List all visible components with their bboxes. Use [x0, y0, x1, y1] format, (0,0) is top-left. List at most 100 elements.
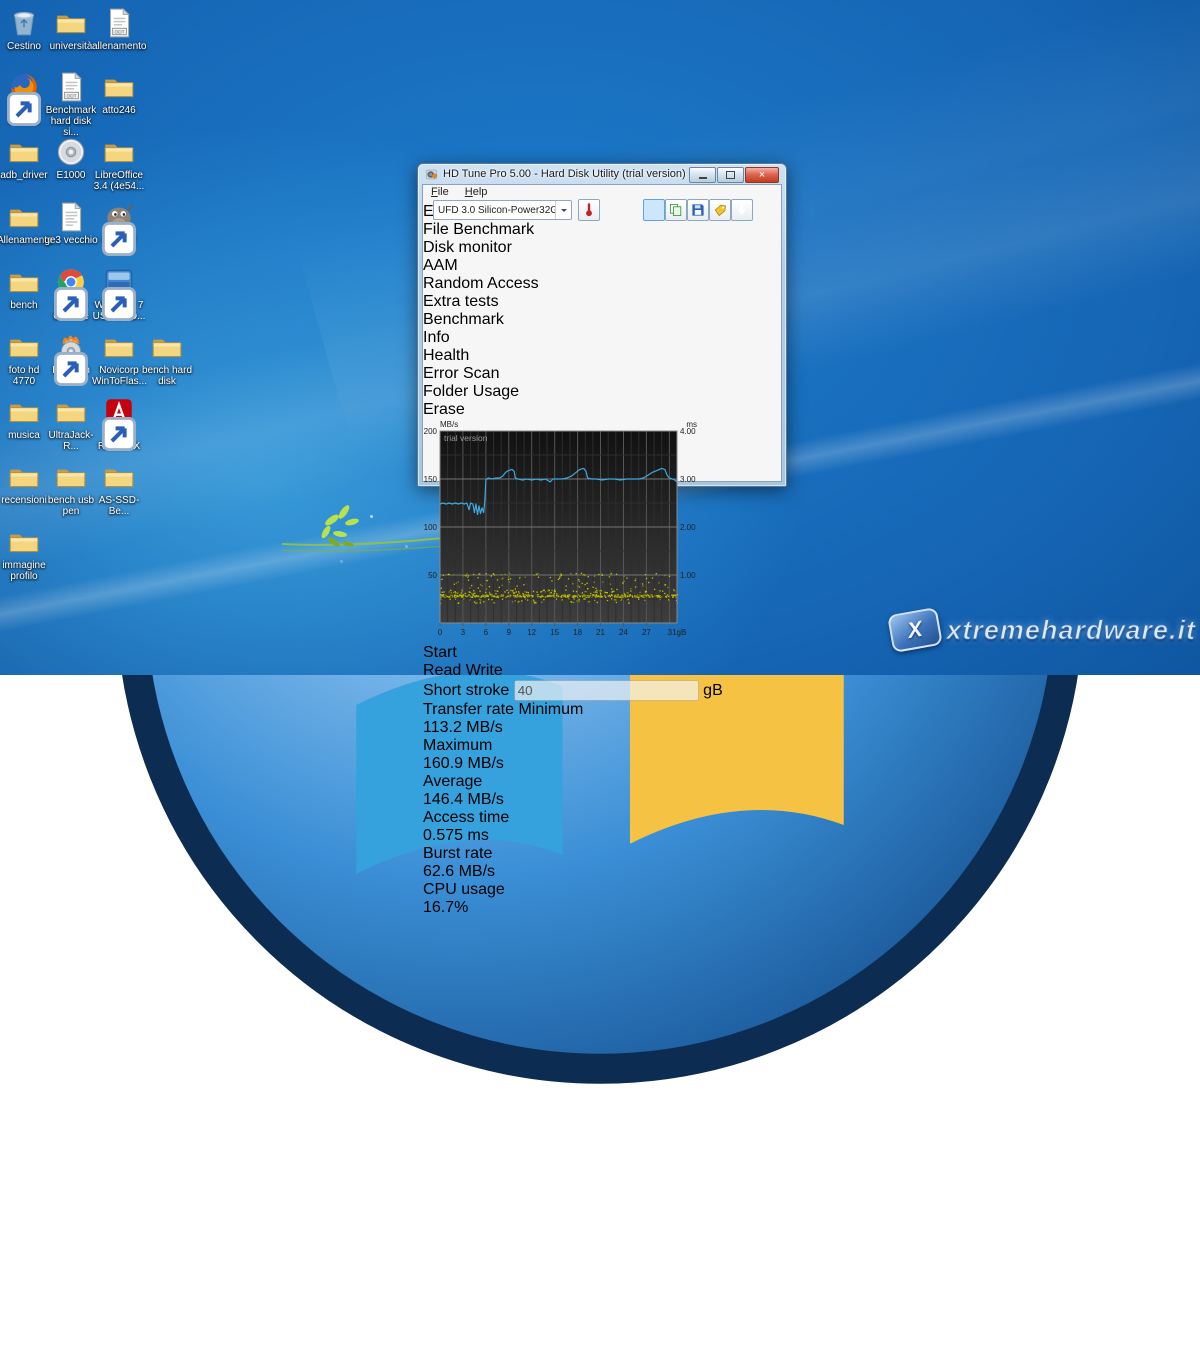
sparkle — [340, 560, 343, 563]
desktop-icon-imgburn[interactable]: ImgBurn — [44, 330, 98, 376]
desktop-icon-allenamento[interactable]: ODTallenamento — [92, 6, 146, 52]
tab-disk-monitor[interactable]: Disk monitor — [423, 239, 781, 257]
svg-text:21: 21 — [596, 628, 605, 637]
tab-aam[interactable]: AAM — [423, 257, 781, 275]
thermometer-icon — [581, 202, 597, 218]
options-button[interactable] — [709, 199, 731, 221]
desktop-icon-label: AS-SSD-Be... — [92, 495, 146, 517]
watermark: X xtremehardware.it — [890, 609, 1196, 651]
svg-text:ODT: ODT — [115, 29, 125, 35]
sparkle — [370, 515, 373, 518]
tab-label: Disk monitor — [423, 239, 512, 256]
desktop-icon-label: E1000 — [44, 170, 98, 181]
tab-label: File Benchmark — [423, 221, 534, 238]
desktop-icon-gimp-2[interactable]: GIMP 2 — [92, 200, 146, 246]
tab-label: Health — [423, 347, 469, 364]
xtremehardware-logo-icon: X — [887, 607, 943, 653]
hdtune-app-icon — [425, 168, 438, 181]
shortcut-arrow-icon — [7, 92, 19, 104]
desktop-icon-ultrajack-r[interactable]: UltraJack-R... — [44, 395, 98, 452]
drive-select-dropdown[interactable]: UFD 3.0 Silicon-Power32G (31 gB) — [433, 200, 572, 220]
folder-icon — [54, 395, 88, 429]
folder-icon — [102, 135, 136, 169]
tab-info[interactable]: Info — [423, 329, 781, 347]
menu-file[interactable]: File — [423, 185, 457, 201]
maximum-label: Maximum — [423, 737, 492, 754]
benchmark-chart: trial versionMB/sms200150100504.003.002.… — [423, 419, 781, 644]
desktop-icon-atto246[interactable]: atto246 — [92, 70, 146, 116]
desktop-icon-libreoffice-3-4-4e54[interactable]: LibreOffice 3.4 (4e54... — [92, 135, 146, 192]
desktop-icon-label: Benchmark hard disk si... — [44, 105, 98, 138]
menu-help[interactable]: Help — [457, 185, 496, 201]
folder-icon — [7, 525, 41, 559]
taskbar-ie[interactable] — [0, 1205, 1200, 1350]
desktop-icon-as-ssd-be[interactable]: AS-SSD-Be... — [92, 460, 146, 517]
tab-health[interactable]: Health — [423, 347, 781, 365]
svg-text:18: 18 — [573, 628, 582, 637]
shortcut-arrow-icon — [102, 222, 114, 234]
tab-file-benchmark[interactable]: File Benchmark — [423, 221, 781, 239]
save-button[interactable] — [687, 199, 709, 221]
tab-label: Folder Usage — [423, 383, 519, 400]
desktop-icon-label: atto246 — [92, 105, 146, 116]
window-title: HD Tune Pro 5.00 - Hard Disk Utility (tr… — [443, 168, 686, 180]
tab-label: Erase — [423, 401, 465, 418]
desktop-icon-label: immagine profilo — [0, 560, 51, 582]
svg-text:31gB: 31gB — [668, 628, 687, 637]
text-doc-icon — [54, 200, 88, 234]
tab-random-access[interactable]: Random Access — [423, 275, 781, 293]
svg-text:15: 15 — [550, 628, 559, 637]
disc-icon — [54, 135, 88, 169]
average-value: 146.4 MB/s — [423, 791, 781, 809]
folder-icon — [7, 135, 41, 169]
svg-text:trial version: trial version — [444, 433, 488, 443]
tab-folder-usage[interactable]: Folder Usage — [423, 383, 781, 401]
tab-label: Random Access — [423, 275, 539, 292]
svg-text:3.00: 3.00 — [680, 475, 696, 484]
caption-buttons: × — [688, 167, 779, 183]
minimize-button[interactable] — [689, 167, 716, 183]
burst-rate-value: 62.6 MB/s — [423, 863, 781, 881]
desktop-icon-e1000[interactable]: E1000 — [44, 135, 98, 181]
odt-doc-icon: ODT — [54, 70, 88, 104]
sparkle — [405, 545, 408, 548]
desktop-icon-label: Novicorp WinToFlas... — [92, 365, 146, 387]
svg-text:ODT: ODT — [67, 93, 77, 99]
tab-label: AAM — [423, 257, 458, 274]
svg-text:50: 50 — [428, 571, 437, 580]
minimum-value: 113.2 MB/s — [423, 719, 781, 737]
download-button[interactable] — [731, 199, 753, 221]
win7app-icon — [102, 265, 136, 299]
close-button[interactable]: × — [745, 167, 779, 183]
taskbar-items: A — [0, 1205, 1200, 1350]
desktop-icon-benchmark-hard-disk-si[interactable]: ODT Benchmark hard disk si... — [44, 70, 98, 138]
minimum-label: Minimum — [518, 701, 583, 718]
desktop-icon-immagine-profilo[interactable]: immagine profilo — [0, 525, 51, 582]
tab-erase[interactable]: Erase — [423, 401, 781, 419]
desktop-icon-bench-usb-pen[interactable]: bench usb pen — [44, 460, 98, 517]
desktop-icon-universit[interactable]: università — [44, 6, 98, 52]
screenshot-button[interactable] — [643, 199, 665, 221]
tab-extra-tests[interactable]: Extra tests — [423, 293, 781, 311]
maximize-button[interactable] — [717, 167, 744, 183]
shortcut-arrow-icon — [54, 287, 66, 299]
svg-text:27: 27 — [642, 628, 651, 637]
tab-benchmark[interactable]: Benchmark — [423, 311, 781, 329]
save-icon — [690, 202, 706, 218]
desktop-icon-google-chrome[interactable]: Google Chrome — [44, 265, 98, 322]
recycle-bin-icon — [7, 6, 41, 40]
desktop-icon-adobe-reader-x[interactable]: Adobe Reader X — [92, 395, 146, 452]
burst-rate-label: Burst rate — [423, 845, 492, 862]
desktop-icon-novicorp-wintoflas[interactable]: Novicorp WinToFlas... — [92, 330, 146, 387]
desktop-icon-bench-hard-disk[interactable]: bench hard disk — [140, 330, 194, 387]
copy-button[interactable] — [665, 199, 687, 221]
svg-text:6: 6 — [484, 628, 489, 637]
desktop-icon-ge3-vecchio[interactable]: ge3 vecchio — [44, 200, 98, 246]
temperature-button[interactable] — [578, 199, 600, 221]
firefox-icon — [7, 70, 41, 104]
desktop-icon-windows-7-usb-dvd[interactable]: Windows 7 USB DVD... — [92, 265, 146, 322]
shortcut-arrow-icon — [102, 417, 114, 429]
tab-error-scan[interactable]: Error Scan — [423, 365, 781, 383]
start-button[interactable]: Start — [423, 644, 781, 662]
short-stroke-size-input[interactable] — [514, 680, 699, 701]
